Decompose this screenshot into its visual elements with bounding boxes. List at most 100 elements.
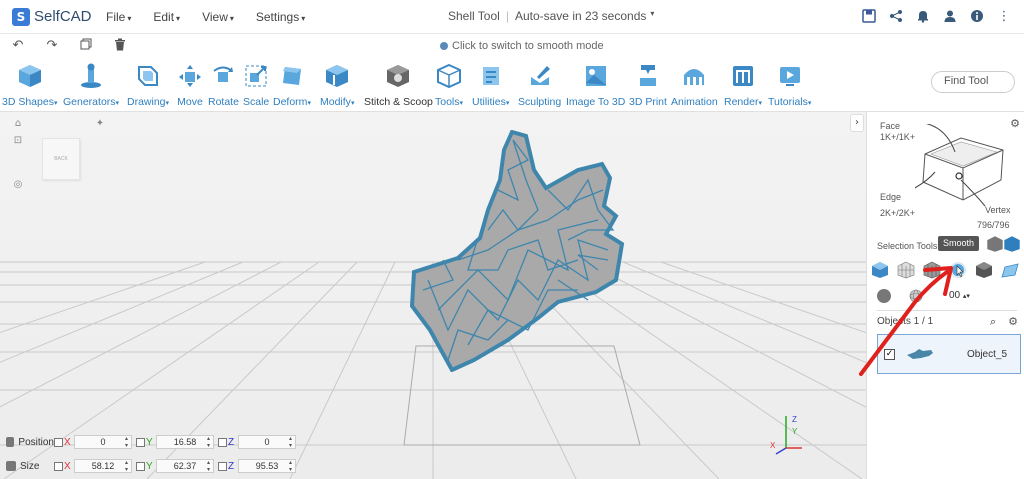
animation-icon: [681, 62, 707, 90]
solid-select-mode-icon[interactable]: [975, 261, 993, 279]
position-z-input[interactable]: 0: [238, 435, 296, 449]
doc-title-text: Shell Tool: [448, 9, 500, 23]
position-x-input[interactable]: 0: [74, 435, 132, 449]
size-y-input[interactable]: 62.37: [156, 459, 214, 473]
redo-icon[interactable]: ↷: [44, 38, 60, 54]
home-view-icon[interactable]: ⌂: [11, 117, 25, 131]
edge-label[interactable]: Edge: [880, 192, 901, 202]
select-by-group-icon[interactable]: [1003, 235, 1021, 253]
find-tool-input[interactable]: Find Tool: [931, 71, 1015, 93]
lock-x-checkbox[interactable]: [54, 437, 63, 447]
sculpting-icon: [527, 62, 553, 90]
save-icon[interactable]: [861, 9, 877, 25]
delete-trash-icon[interactable]: [112, 38, 128, 54]
tool-image-to-3d[interactable]: Image To 3D: [566, 62, 625, 110]
3d-viewport[interactable]: ⌂ ⊡ ✦ ◎ BACK › Z Y X Position X0 Y16.58 …: [0, 112, 866, 479]
stitch-scoop-icon: [385, 62, 411, 90]
object-name: Object_5: [967, 348, 1008, 360]
tool-tools[interactable]: Tools▾: [435, 62, 463, 110]
menu-settings[interactable]: Settings ▾: [256, 10, 305, 24]
logo-text: SelfCAD: [34, 8, 92, 25]
smooth-mode-hint[interactable]: Click to switch to smooth mode: [440, 40, 604, 52]
drawing-icon: [135, 62, 161, 90]
position-row: Position X0 Y16.58 Z0: [6, 435, 300, 449]
position-icon: [6, 437, 15, 447]
info-dot-icon: [440, 42, 448, 50]
fit-view-icon[interactable]: ⊡: [11, 134, 25, 148]
navigation-cube[interactable]: BACK: [42, 138, 80, 180]
size-lock-x-checkbox[interactable]: [54, 461, 63, 471]
vertex-count: 796/796: [977, 220, 1010, 230]
generators-icon: [78, 62, 104, 90]
cube-icon: [17, 62, 43, 90]
plane-select-mode-icon[interactable]: [1001, 261, 1019, 279]
document-title[interactable]: Shell Tool | Auto-save in 23 seconds ▾: [448, 9, 654, 23]
menu-file[interactable]: File ▾: [106, 10, 131, 24]
collapse-panel-chevron-icon[interactable]: ›: [850, 114, 864, 132]
object-search-icon[interactable]: ⌕: [990, 315, 996, 329]
move-icon: [177, 62, 203, 90]
tool-sculpting[interactable]: Sculpting: [518, 62, 561, 110]
more-menu-icon[interactable]: ⋮: [996, 9, 1012, 25]
render-icon: [730, 62, 756, 90]
tool-generators[interactable]: Generators▾: [63, 62, 119, 110]
size-lock-y-checkbox[interactable]: [136, 461, 145, 471]
objects-settings-gear-icon[interactable]: ⚙: [1007, 316, 1019, 328]
menu-edit[interactable]: Edit ▾: [153, 10, 180, 24]
perspective-icon[interactable]: ◎: [11, 178, 25, 192]
modify-icon: [324, 62, 350, 90]
undo-icon[interactable]: ↶: [10, 38, 26, 54]
lock-y-checkbox[interactable]: [136, 437, 145, 447]
select-by-object-icon[interactable]: [986, 235, 1004, 253]
notifications-bell-icon[interactable]: [915, 9, 931, 25]
edit-actions: ↶ ↷: [10, 38, 146, 54]
autosave-status: Auto-save in 23 seconds: [514, 9, 647, 23]
size-row: Size X58.12 Y62.37 Z95.53: [6, 459, 300, 473]
tool-utilities[interactable]: Utilities▾: [472, 62, 509, 110]
hand-mesh-model[interactable]: [408, 130, 638, 372]
selfcad-logo-icon: S: [12, 7, 30, 26]
face-count: 1K+/1K+: [880, 132, 916, 142]
utilities-icon: [478, 62, 504, 90]
share-icon[interactable]: [888, 9, 904, 25]
edit-bar: ↶ ↷ Click to switch to smooth mode: [0, 34, 1024, 58]
smooth-tooltip: Smooth: [938, 236, 979, 251]
selection-cube-diagram[interactable]: [915, 124, 1011, 208]
tool-tutorials[interactable]: Tutorials▾: [768, 62, 811, 110]
top-right-icons: ⋮: [850, 9, 1012, 25]
position-y-input[interactable]: 16.58: [156, 435, 214, 449]
tool-stitch-scoop[interactable]: Stitch & Scoop: [364, 62, 433, 110]
tool-modify[interactable]: Modify▾: [320, 62, 354, 110]
tool-3d-shapes[interactable]: 3D Shapes▾: [2, 62, 57, 110]
tool-drawing[interactable]: Drawing▾: [127, 62, 169, 110]
info-icon[interactable]: [969, 9, 985, 25]
svg-text:X: X: [770, 441, 776, 450]
copy-icon[interactable]: [78, 38, 94, 54]
rotate-icon: [210, 62, 236, 90]
tool-animation[interactable]: Animation: [671, 62, 718, 110]
svg-text:Y: Y: [792, 427, 798, 436]
scale-icon: [243, 62, 269, 90]
lock-z-checkbox[interactable]: [218, 437, 227, 447]
selection-tools-label: Selection Tools: [877, 241, 938, 251]
tool-scale[interactable]: Scale: [243, 62, 269, 110]
tool-move[interactable]: Move: [177, 62, 203, 110]
user-account-icon[interactable]: [942, 9, 958, 25]
face-label[interactable]: Face: [880, 121, 900, 131]
image-to-3d-icon: [583, 62, 609, 90]
deform-icon: [279, 62, 305, 90]
menu-view[interactable]: View ▾: [202, 10, 234, 24]
main-toolbar: 3D Shapes▾ Generators▾ Drawing▾ Move Rot…: [0, 58, 1024, 112]
tool-3d-print[interactable]: 3D Print: [629, 62, 667, 110]
size-lock-z-checkbox[interactable]: [218, 461, 227, 471]
tool-render[interactable]: Render▾: [724, 62, 762, 110]
menu-bar: S SelfCAD File ▾ Edit ▾ View ▾ Settings ▾ Sh…: [0, 0, 1024, 34]
tutorials-icon: [777, 62, 803, 90]
light-icon[interactable]: ✦: [93, 117, 107, 131]
tool-rotate[interactable]: Rotate: [208, 62, 239, 110]
size-x-input[interactable]: 58.12: [74, 459, 132, 473]
red-annotation-arrow: [859, 266, 953, 376]
tool-deform[interactable]: Deform▾: [273, 62, 311, 110]
size-z-input[interactable]: 95.53: [238, 459, 296, 473]
app-logo[interactable]: S SelfCAD: [12, 7, 92, 26]
